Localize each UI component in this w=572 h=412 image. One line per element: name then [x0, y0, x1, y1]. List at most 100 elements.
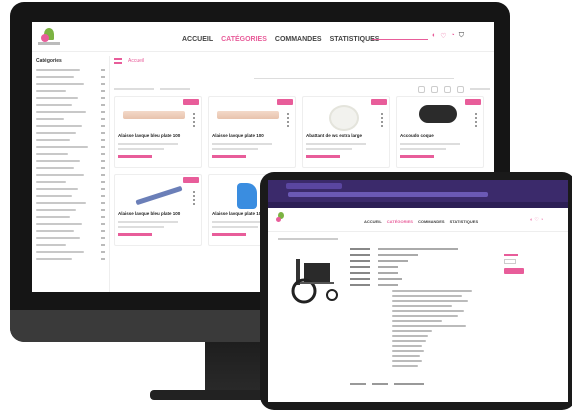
product-card[interactable]: Alaisse lavque bleu plate 100: [114, 96, 202, 168]
product-name[interactable]: Accoudo coque: [400, 133, 480, 138]
product-image[interactable]: [123, 111, 185, 119]
sort-select[interactable]: [114, 88, 154, 90]
product-price: [118, 155, 152, 158]
nav-commandes[interactable]: COMMANDES: [275, 36, 322, 43]
product-price: [306, 155, 340, 158]
footer-links: [350, 383, 424, 385]
product-name[interactable]: Alaisse lavque bleu plate 100: [118, 211, 198, 216]
sidebar-item[interactable]: [32, 157, 109, 164]
quantity-input[interactable]: [504, 259, 516, 264]
sidebar-item[interactable]: [32, 164, 109, 171]
promo-badge: [277, 99, 293, 105]
breadcrumb: Accueil: [114, 58, 144, 64]
page-button[interactable]: [418, 85, 425, 93]
sidebar-item[interactable]: [32, 220, 109, 227]
sidebar-item[interactable]: [32, 206, 109, 213]
product-image[interactable]: [237, 183, 257, 209]
sidebar-item[interactable]: [32, 185, 109, 192]
tablet-screen: ACCUEIL CATÉGORIES COMMANDES STATISTIQUE…: [268, 180, 568, 402]
sidebar-item[interactable]: [32, 94, 109, 101]
sidebar-item[interactable]: [32, 129, 109, 136]
wheelchair-image[interactable]: [290, 255, 346, 305]
sidebar-item[interactable]: [32, 115, 109, 122]
site-logo[interactable]: [38, 26, 60, 48]
address-bar[interactable]: [288, 192, 488, 197]
sidebar-item[interactable]: [32, 66, 109, 73]
product-name[interactable]: Alaisse lavque bleu plate 100: [118, 133, 198, 138]
sidebar-item[interactable]: [32, 80, 109, 87]
nav-accueil[interactable]: ACCUEIL: [182, 36, 213, 43]
product-card[interactable]: Alaisse lavque plate 100: [208, 96, 296, 168]
sidebar-item[interactable]: [32, 136, 109, 143]
nav-commandes[interactable]: COMMANDES: [418, 219, 445, 224]
sidebar-item[interactable]: [32, 199, 109, 206]
site-logo[interactable]: [276, 212, 286, 224]
wishlist-cart-icons[interactable]: [193, 113, 197, 127]
site-header: ACCUEIL CATÉGORIES COMMANDES STATISTIQUE…: [32, 22, 494, 52]
product-image[interactable]: [135, 185, 183, 206]
page-button[interactable]: [444, 85, 451, 93]
product-card[interactable]: Alaisse lavque bleu plate 100: [114, 174, 202, 246]
sidebar-item[interactable]: [32, 87, 109, 94]
page-button[interactable]: [431, 85, 438, 93]
product-price: [212, 155, 246, 158]
product-details: [350, 246, 480, 288]
nav-accueil[interactable]: ACCUEIL: [364, 219, 382, 224]
header-icons[interactable]: ◐ ♡ ◔: [530, 217, 543, 223]
sidebar-item[interactable]: [32, 143, 109, 150]
product-card[interactable]: Accoudo coque: [396, 96, 484, 168]
promo-badge: [183, 99, 199, 105]
wishlist-cart-icons[interactable]: [287, 113, 291, 127]
product-name[interactable]: Alaisse lavque plate 100: [212, 133, 292, 138]
nav-categories[interactable]: CATÉGORIES: [387, 219, 413, 224]
product-image[interactable]: [329, 105, 359, 131]
browser-tab[interactable]: [286, 183, 342, 189]
sidebar-item[interactable]: [32, 108, 109, 115]
sidebar-item[interactable]: [32, 73, 109, 80]
product-image[interactable]: [217, 111, 279, 119]
promo-badge: [371, 99, 387, 105]
product-price: [212, 233, 246, 236]
heart-icon[interactable]: ♡: [440, 32, 446, 40]
sidebar-item[interactable]: [32, 227, 109, 234]
notification-icon[interactable]: ◔: [451, 32, 455, 40]
menu-icon[interactable]: [114, 58, 122, 64]
page-button[interactable]: [457, 85, 464, 93]
sidebar-item[interactable]: [32, 248, 109, 255]
product-image[interactable]: [419, 105, 457, 123]
nav-statistiques[interactable]: STATISTIQUES: [450, 219, 479, 224]
price-label: [504, 254, 518, 256]
wishlist-cart-icons[interactable]: [193, 191, 197, 205]
browser-chrome: [268, 180, 568, 202]
wishlist-cart-icons[interactable]: [381, 113, 385, 127]
product-card[interactable]: Abattant de wc extra large: [302, 96, 390, 168]
purchase-panel: [504, 254, 524, 274]
product-name[interactable]: Abattant de wc extra large: [306, 133, 386, 138]
user-icon[interactable]: ◐: [432, 32, 436, 40]
wishlist-cart-icons[interactable]: [475, 113, 479, 127]
cart-icon[interactable]: ⛉: [459, 32, 464, 40]
sidebar-item[interactable]: [32, 122, 109, 129]
main-nav: ACCUEIL CATÉGORIES COMMANDES STATISTIQUE…: [182, 36, 379, 43]
category-sidebar: Catégories: [32, 56, 110, 292]
main-nav: ACCUEIL CATÉGORIES COMMANDES STATISTIQUE…: [364, 219, 478, 224]
sidebar-item[interactable]: [32, 241, 109, 248]
product-description: [392, 290, 472, 370]
sidebar-item[interactable]: [32, 255, 109, 262]
next-page-button[interactable]: [470, 88, 490, 90]
header-icons: ◐ ♡ ◔ ⛉: [432, 32, 464, 40]
tablet-device: ACCUEIL CATÉGORIES COMMANDES STATISTIQUE…: [260, 172, 572, 410]
catalog-search-input[interactable]: [254, 72, 454, 79]
add-to-cart-button[interactable]: [504, 268, 524, 274]
breadcrumb-home[interactable]: Accueil: [128, 58, 144, 64]
sidebar-item[interactable]: [32, 178, 109, 185]
nav-categories[interactable]: CATÉGORIES: [221, 36, 267, 43]
sidebar-item[interactable]: [32, 171, 109, 178]
sidebar-item[interactable]: [32, 213, 109, 220]
sidebar-item[interactable]: [32, 192, 109, 199]
sidebar-item[interactable]: [32, 150, 109, 157]
per-page-select[interactable]: [160, 88, 190, 90]
sidebar-item[interactable]: [32, 101, 109, 108]
sidebar-item[interactable]: [32, 234, 109, 241]
header-search-input[interactable]: [372, 34, 428, 40]
